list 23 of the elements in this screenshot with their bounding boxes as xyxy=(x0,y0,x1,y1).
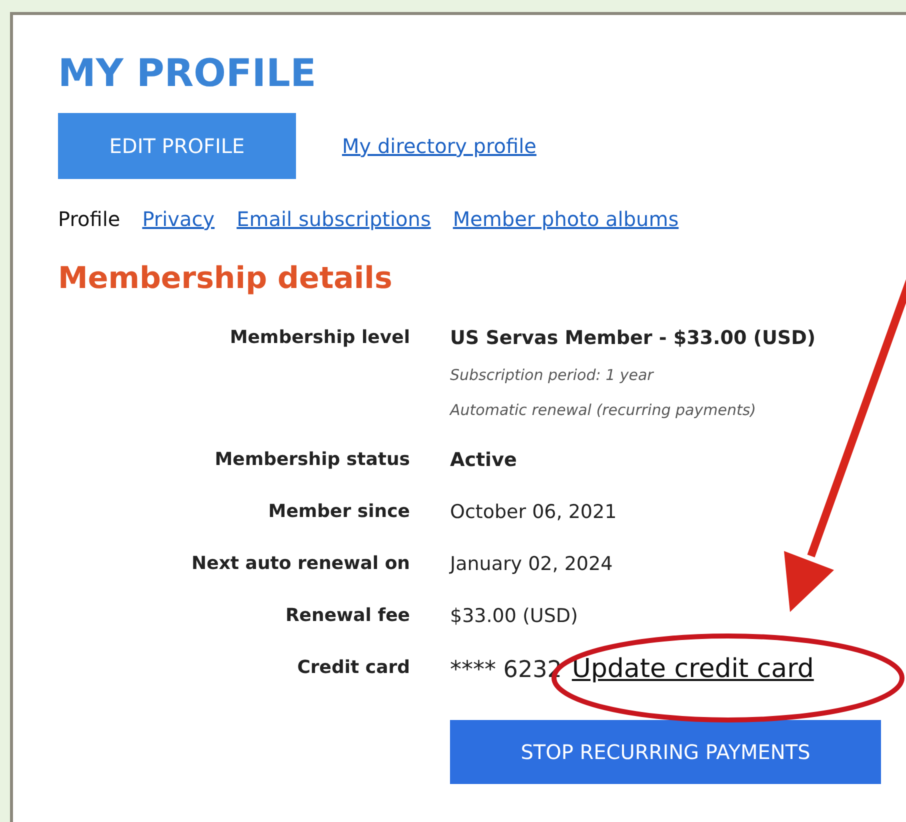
field-label: Renewal fee xyxy=(284,604,410,628)
stop-recurring-payments-button[interactable]: STOP RECURRING PAYMENTS xyxy=(450,720,881,784)
field-note: Subscription period: 1 year xyxy=(450,365,655,386)
field-value: October 06, 2021 xyxy=(450,500,617,525)
field-label: Next auto renewal on xyxy=(190,552,410,576)
field-label: Membership level xyxy=(228,326,410,350)
field-label: Member since xyxy=(267,500,410,524)
profile-tab[interactable]: Email subscriptions xyxy=(236,207,431,231)
directory-profile-link[interactable]: My directory profile xyxy=(342,134,536,158)
profile-tab[interactable]: Profile xyxy=(58,207,120,231)
field-value: $33.00 (USD) xyxy=(450,604,578,629)
field-value: January 02, 2024 xyxy=(450,552,613,577)
update-credit-card-link[interactable]: Update credit card xyxy=(572,654,814,684)
field-label: Credit card xyxy=(296,656,410,680)
profile-tab[interactable]: Member photo albums xyxy=(452,207,679,231)
field-value: US Servas Member - $33.00 (USD) xyxy=(450,326,816,351)
field-label: Membership status xyxy=(214,448,410,472)
profile-tab[interactable]: Privacy xyxy=(142,207,215,231)
field-note: Automatic renewal (recurring payments) xyxy=(450,400,758,421)
page-title: MY PROFILE xyxy=(58,53,318,93)
field-value: Active xyxy=(450,448,517,473)
section-heading: Membership details xyxy=(58,261,394,297)
edit-profile-button[interactable]: EDIT PROFILE xyxy=(58,113,296,179)
